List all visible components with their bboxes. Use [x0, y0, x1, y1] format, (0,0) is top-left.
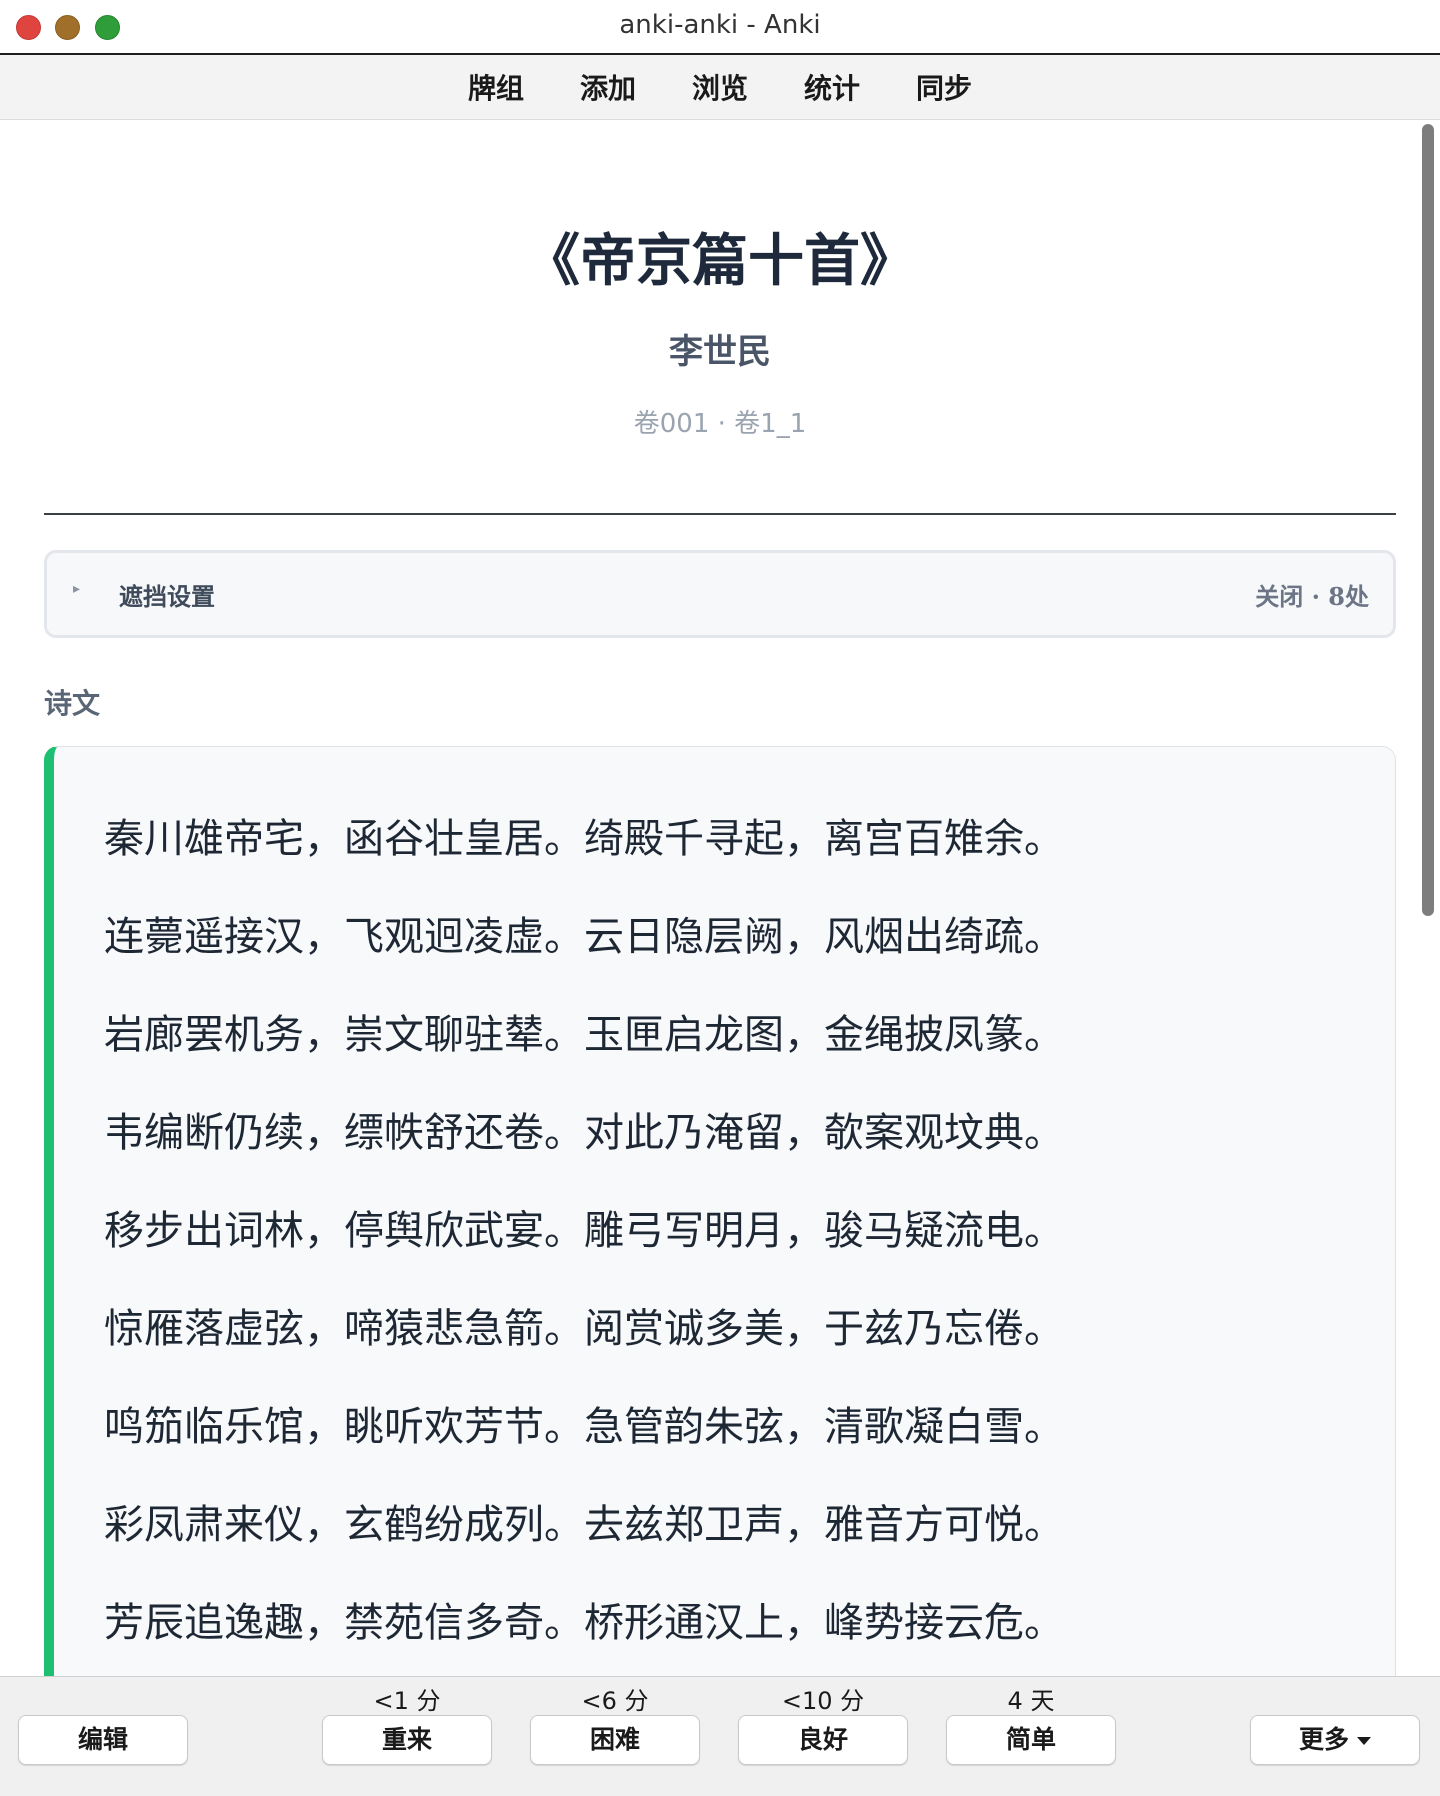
again-interval: <1 分 — [373, 1687, 441, 1715]
poem-line: 彩凤肃来仪，玄鹤纷成列。去兹郑卫声，雅音方可悦。 — [104, 1502, 1064, 1548]
more-label: 更多 — [1298, 1725, 1349, 1754]
poem-line: 移步出词林，停舆欣武宴。雕弓写明月，骏马疑流电。 — [104, 1208, 1064, 1254]
poem-line: 鸣笳临乐馆，眺听欢芳节。急管韵朱弦，清歌凝白雪。 — [104, 1404, 1064, 1450]
edit-button[interactable]: 编辑 — [18, 1715, 188, 1765]
caret-down-icon — [1357, 1737, 1371, 1745]
card-content: 《帝京篇十首》 李世民 卷001 · 卷1_1 ▸ 遮挡设置 关闭 · 8处 诗… — [0, 120, 1440, 1676]
poem-text-box: 秦川雄帝宅，函谷壮皇居。绮殿千寻起，离宫百雉余。 连薨遥接汉，飞观迥凌虚。云日隐… — [44, 746, 1396, 1676]
mask-status: 关闭 · 8处 — [1255, 582, 1369, 611]
nav-add[interactable]: 添加 — [552, 67, 664, 107]
more-button[interactable]: 更多 — [1250, 1715, 1420, 1765]
good-interval: <10 分 — [781, 1687, 865, 1715]
mask-settings-panel[interactable]: ▸ 遮挡设置 关闭 · 8处 — [44, 550, 1396, 638]
poem-line: 秦川雄帝宅，函谷壮皇居。绮殿千寻起，离宫百雉余。 — [104, 816, 1064, 862]
hard-button[interactable]: 困难 — [530, 1715, 700, 1765]
hard-interval: <6 分 — [581, 1687, 649, 1715]
good-button[interactable]: 良好 — [738, 1715, 908, 1765]
poem-line: 岩廊罢机务，崇文聊驻辇。玉匣启龙图，金绳披凤篆。 — [104, 1012, 1064, 1058]
poem-author: 李世民 — [669, 332, 771, 372]
poem-line: 芳辰追逸趣，禁苑信多奇。桥形通汉上，峰势接云危。 — [104, 1600, 1064, 1646]
nav-decks[interactable]: 牌组 — [440, 67, 552, 107]
divider — [44, 513, 1396, 515]
window-title: anki-anki - Anki — [619, 10, 821, 40]
again-button[interactable]: 重来 — [322, 1715, 492, 1765]
nav-stats[interactable]: 统计 — [776, 67, 888, 107]
poem-line: 惊雁落虚弦，啼猿悲急箭。阅赏诚多美，于兹乃忘倦。 — [104, 1306, 1064, 1352]
easy-button[interactable]: 简单 — [946, 1715, 1116, 1765]
section-label-poem: 诗文 — [44, 687, 101, 720]
bottom-bar: 编辑 <1 分 重来 <6 分 困难 <10 分 良好 4 天 简单 更多 — [0, 1676, 1440, 1796]
poem-title: 《帝京篇十首》 — [524, 228, 916, 294]
mask-settings-label: 遮挡设置 — [119, 582, 215, 611]
vertical-scrollbar[interactable] — [1422, 124, 1434, 916]
nav-browse[interactable]: 浏览 — [664, 67, 776, 107]
poem-lines: 秦川雄帝宅，函谷壮皇居。绮殿千寻起，离宫百雉余。 连薨遥接汉，飞观迥凌虚。云日隐… — [104, 803, 1064, 1676]
poem-line: 连薨遥接汉，飞观迥凌虚。云日隐层阙，风烟出绮疏。 — [104, 914, 1064, 960]
nav-sync[interactable]: 同步 — [888, 67, 1000, 107]
disclosure-triangle-icon[interactable]: ▸ — [73, 581, 80, 597]
title-bar: anki-anki - Anki — [0, 0, 1440, 55]
anki-window: anki-anki - Anki 牌组 添加 浏览 统计 同步 《帝京篇十首》 … — [0, 0, 1440, 1796]
poem-line: 韦编断仍续，缥帙舒还卷。对此乃淹留，欹案观坟典。 — [104, 1110, 1064, 1156]
poem-volume: 卷001 · 卷1_1 — [633, 409, 807, 439]
top-nav: 牌组 添加 浏览 统计 同步 — [0, 55, 1440, 120]
easy-interval: 4 天 — [1007, 1687, 1055, 1715]
